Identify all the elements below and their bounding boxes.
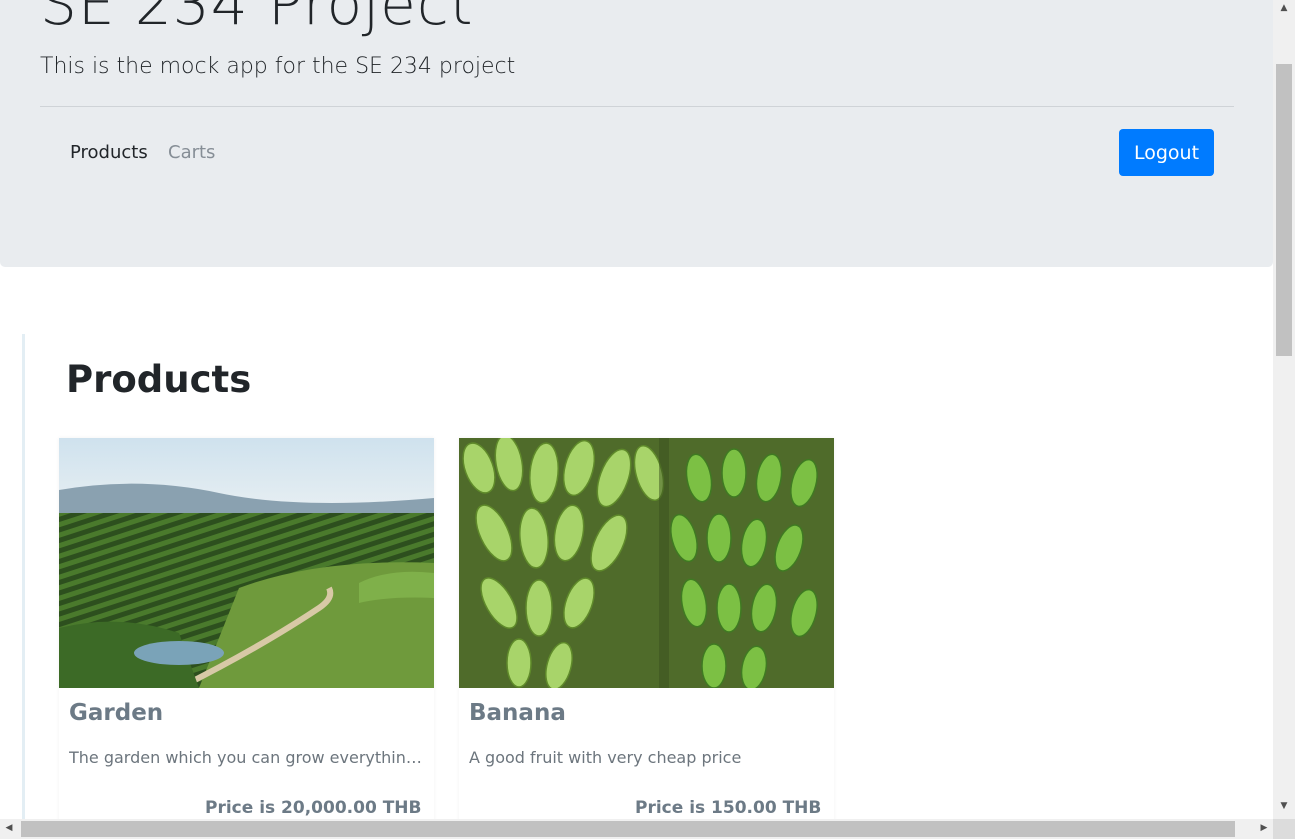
scroll-up-icon[interactable]: ▲ (1273, 4, 1295, 13)
product-title: Banana (469, 700, 566, 726)
product-card-garden[interactable]: Garden The garden which you can grow eve… (59, 438, 434, 819)
product-description: The garden which you can grow everything… (69, 748, 429, 767)
product-description: A good fruit with very cheap price (469, 748, 742, 767)
products-heading: Products (66, 358, 252, 401)
header-jumbotron (0, 0, 1273, 267)
scroll-left-icon[interactable]: ◀ (3, 824, 15, 833)
banana-photo (459, 438, 834, 688)
nav-link-carts[interactable]: Carts (168, 142, 215, 163)
scroll-right-icon[interactable]: ▶ (1258, 824, 1270, 833)
site-lead: This is the mock app for the SE 234 proj… (40, 54, 516, 79)
horizontal-scroll-thumb[interactable] (21, 821, 1235, 837)
product-price: Price is 150.00 THB (635, 798, 822, 818)
vertical-scroll-thumb[interactable] (1276, 64, 1292, 356)
nav-link-products[interactable]: Products (70, 142, 148, 163)
garden-photo (59, 438, 434, 688)
logout-button[interactable]: Logout (1119, 129, 1214, 176)
product-title: Garden (69, 700, 164, 726)
page-viewport: SE 234 Project This is the mock app for … (0, 0, 1273, 819)
scrollbar-corner (1273, 819, 1295, 839)
scroll-down-icon[interactable]: ▼ (1273, 802, 1295, 811)
header-divider (40, 106, 1234, 107)
site-title: SE 234 Project (40, 0, 474, 38)
horizontal-scrollbar[interactable]: ◀ ▶ (0, 819, 1273, 839)
product-price: Price is 20,000.00 THB (205, 798, 422, 818)
vertical-scrollbar[interactable]: ▲ ▼ (1273, 0, 1295, 819)
product-card-banana[interactable]: Banana A good fruit with very cheap pric… (459, 438, 834, 819)
